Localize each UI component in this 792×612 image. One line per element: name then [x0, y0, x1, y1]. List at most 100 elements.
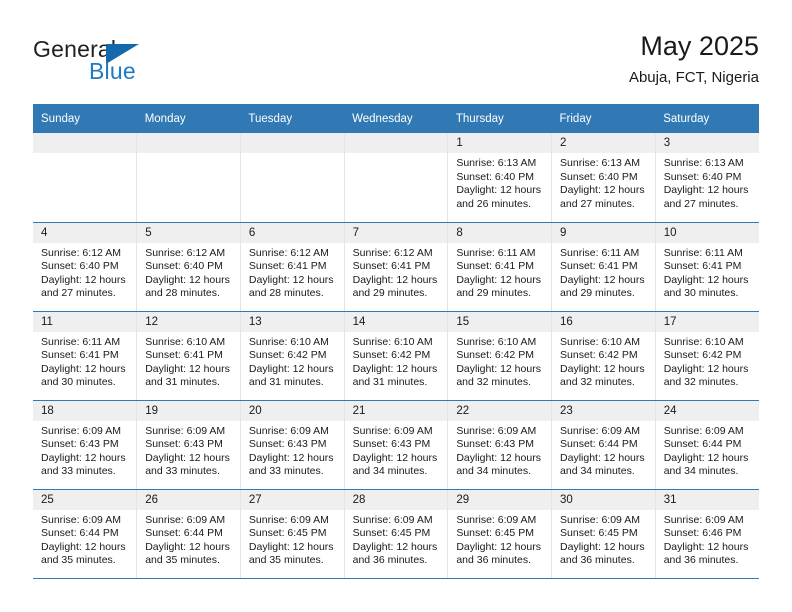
day-detail-line: Sunset: 6:44 PM: [663, 438, 742, 451]
day-detail-line: and 33 minutes.: [41, 465, 116, 478]
day-detail-line: Daylight: 12 hours: [145, 451, 230, 464]
day-detail-line: Sunset: 6:43 PM: [41, 438, 119, 451]
calendar-day-cell[interactable]: 22 Sunrise: 6:09 AM Sunset: 6:43 PM Dayligh…: [447, 400, 553, 490]
day-detail-line: Sunset: 6:43 PM: [145, 438, 223, 451]
calendar-day-cell[interactable]: 14 Sunrise: 6:10 AM Sunset: 6:42 PM Dayligh…: [343, 311, 449, 401]
day-number: 23: [552, 400, 655, 421]
calendar-day-cell[interactable]: 8 Sunrise: 6:11 AM Sunset: 6:41 PM Daylight…: [447, 222, 553, 312]
calendar-day-cell[interactable]: 9 Sunrise: 6:11 AM Sunset: 6:41 PM Daylight…: [551, 222, 656, 312]
calendar-day-cell[interactable]: 20 Sunrise: 6:09 AM Sunset: 6:43 PM Dayligh…: [239, 400, 345, 490]
day-detail-line: Sunrise: 6:10 AM: [352, 335, 433, 348]
calendar-day-cell[interactable]: 25 Sunrise: 6:09 AM Sunset: 6:44 PM Dayligh…: [33, 489, 138, 579]
day-detail-line: Sunset: 6:42 PM: [663, 349, 742, 362]
day-detail-line: Sunset: 6:40 PM: [456, 170, 534, 183]
calendar-day-cell[interactable]: 6 Sunrise: 6:12 AM Sunset: 6:41 PM Daylight…: [239, 222, 345, 312]
calendar-day-cell[interactable]: 30 Sunrise: 6:09 AM Sunset: 6:45 PM Dayligh…: [551, 489, 656, 579]
calendar-day-cell[interactable]: 29 Sunrise: 6:09 AM Sunset: 6:45 PM Dayligh…: [447, 489, 553, 579]
day-detail-line: and 30 minutes.: [663, 287, 739, 300]
day-detail-line: Daylight: 12 hours: [41, 451, 126, 464]
day-detail-line: Sunset: 6:42 PM: [352, 349, 431, 362]
calendar-day-cell[interactable]: 21 Sunrise: 6:09 AM Sunset: 6:43 PM Dayligh…: [343, 400, 449, 490]
calendar-cell-empty: [343, 133, 449, 223]
day-number: 2: [552, 133, 655, 153]
day-detail-line: Sunset: 6:43 PM: [352, 438, 431, 451]
calendar-day-cell[interactable]: 19 Sunrise: 6:09 AM Sunset: 6:43 PM Dayligh…: [136, 400, 241, 490]
calendar-day-cell[interactable]: 5 Sunrise: 6:12 AM Sunset: 6:40 PM Daylight…: [136, 222, 241, 312]
day-detail-line: Sunset: 6:41 PM: [352, 260, 431, 273]
day-detail-line: Daylight: 12 hours: [248, 451, 334, 464]
day-detail-line: Sunrise: 6:11 AM: [41, 335, 121, 348]
day-number: 18: [33, 400, 137, 421]
calendar-day-cell[interactable]: 1 Sunrise: 6:13 AM Sunset: 6:40 PM Daylight…: [447, 133, 553, 223]
calendar-day-cell[interactable]: 12 Sunrise: 6:10 AM Sunset: 6:41 PM Dayligh…: [136, 311, 241, 401]
day-details: Sunrise: 6:09 AM Sunset: 6:43 PM Daylight:…: [137, 421, 240, 479]
calendar-day-cell[interactable]: 28 Sunrise: 6:09 AM Sunset: 6:45 PM Dayligh…: [343, 489, 449, 579]
day-detail-line: Daylight: 12 hours: [41, 540, 126, 553]
calendar-day-cell[interactable]: 16 Sunrise: 6:10 AM Sunset: 6:42 PM Dayligh…: [551, 311, 656, 401]
day-number: 26: [137, 489, 240, 510]
day-detail-line: Sunrise: 6:10 AM: [145, 335, 226, 348]
day-detail-line: Daylight: 12 hours: [663, 184, 749, 197]
day-details: Sunrise: 6:09 AM Sunset: 6:44 PM Daylight:…: [656, 421, 759, 479]
day-detail-line: Sunset: 6:41 PM: [560, 260, 638, 273]
calendar-day-cell[interactable]: 4 Sunrise: 6:12 AM Sunset: 6:40 PM Daylight…: [33, 222, 138, 312]
calendar-day-cell[interactable]: 27 Sunrise: 6:09 AM Sunset: 6:45 PM Dayligh…: [239, 489, 345, 579]
day-detail-line: Sunset: 6:40 PM: [145, 260, 223, 273]
calendar-day-cell[interactable]: 18 Sunrise: 6:09 AM Sunset: 6:43 PM Dayligh…: [33, 400, 138, 490]
calendar-day-cell[interactable]: 10 Sunrise: 6:11 AM Sunset: 6:41 PM Dayligh…: [654, 222, 759, 312]
day-details: Sunrise: 6:09 AM Sunset: 6:44 PM Daylight:…: [137, 510, 240, 568]
day-detail-line: Daylight: 12 hours: [560, 451, 645, 464]
day-details: Sunrise: 6:09 AM Sunset: 6:43 PM Daylight:…: [241, 421, 344, 479]
day-detail-line: Sunrise: 6:12 AM: [352, 246, 433, 259]
day-details: Sunrise: 6:10 AM Sunset: 6:42 PM Daylight:…: [241, 332, 344, 390]
calendar-day-cell[interactable]: 3 Sunrise: 6:13 AM Sunset: 6:40 PM Daylight…: [654, 133, 759, 223]
day-detail-line: and 31 minutes.: [248, 376, 324, 389]
day-detail-line: Sunset: 6:43 PM: [248, 438, 327, 451]
calendar-day-cell[interactable]: 17 Sunrise: 6:10 AM Sunset: 6:42 PM Dayligh…: [654, 311, 759, 401]
day-detail-line: Sunset: 6:45 PM: [456, 527, 534, 540]
calendar-cell-empty: [239, 133, 345, 223]
day-details: Sunrise: 6:11 AM Sunset: 6:41 PM Daylight:…: [552, 243, 655, 301]
day-detail-line: Sunrise: 6:10 AM: [663, 335, 744, 348]
calendar-day-cell[interactable]: 31 Sunrise: 6:09 AM Sunset: 6:46 PM Dayligh…: [654, 489, 759, 579]
calendar-day-cell[interactable]: 23 Sunrise: 6:09 AM Sunset: 6:44 PM Dayligh…: [551, 400, 656, 490]
day-number: 16: [552, 311, 655, 332]
day-detail-line: Sunset: 6:41 PM: [456, 260, 534, 273]
calendar-week-row: 1 Sunrise: 6:13 AM Sunset: 6:40 PM Daylight…: [33, 133, 759, 223]
day-details: Sunrise: 6:13 AM Sunset: 6:40 PM Daylight:…: [448, 153, 551, 211]
day-detail-line: Sunrise: 6:09 AM: [145, 513, 226, 526]
day-detail-line: Sunset: 6:45 PM: [560, 527, 638, 540]
day-number: 31: [655, 489, 759, 510]
calendar-cell-empty: [33, 133, 138, 223]
day-detail-line: and 34 minutes.: [560, 465, 635, 478]
calendar-day-cell[interactable]: 24 Sunrise: 6:09 AM Sunset: 6:44 PM Dayligh…: [654, 400, 759, 490]
day-detail-line: and 34 minutes.: [456, 465, 532, 478]
day-detail-line: Daylight: 12 hours: [248, 540, 334, 553]
calendar-day-cell[interactable]: 2 Sunrise: 6:13 AM Sunset: 6:40 PM Daylight…: [551, 133, 656, 223]
page-header: General Blue May 2025 Abuja, FCT, Nigeri…: [0, 0, 792, 104]
general-blue-logo[interactable]: General Blue: [33, 36, 163, 84]
day-detail-line: Daylight: 12 hours: [145, 273, 230, 286]
day-number: [240, 133, 344, 153]
day-detail-line: Sunset: 6:44 PM: [41, 527, 119, 540]
calendar-day-cell[interactable]: 7 Sunrise: 6:12 AM Sunset: 6:41 PM Daylight…: [343, 222, 449, 312]
calendar-week-row: 11 Sunrise: 6:11 AM Sunset: 6:41 PM Dayligh…: [33, 311, 759, 401]
calendar-day-cell[interactable]: 13 Sunrise: 6:10 AM Sunset: 6:42 PM Dayligh…: [239, 311, 345, 401]
day-number: 13: [240, 311, 344, 332]
day-detail-line: Daylight: 12 hours: [248, 362, 334, 375]
day-detail-line: Sunrise: 6:09 AM: [41, 513, 121, 526]
day-details: Sunrise: 6:11 AM Sunset: 6:41 PM Daylight:…: [656, 243, 759, 301]
weekday-header-friday: Friday: [551, 104, 656, 133]
day-detail-line: Daylight: 12 hours: [352, 540, 438, 553]
day-number: 7: [344, 222, 448, 243]
day-detail-line: Sunset: 6:46 PM: [663, 527, 742, 540]
day-detail-line: and 29 minutes.: [352, 287, 428, 300]
day-detail-line: Sunrise: 6:10 AM: [248, 335, 329, 348]
calendar-day-cell[interactable]: 15 Sunrise: 6:10 AM Sunset: 6:42 PM Dayligh…: [447, 311, 553, 401]
calendar-day-cell[interactable]: 26 Sunrise: 6:09 AM Sunset: 6:44 PM Dayligh…: [136, 489, 241, 579]
calendar-day-cell[interactable]: 11 Sunrise: 6:11 AM Sunset: 6:41 PM Dayligh…: [33, 311, 138, 401]
day-number: 30: [552, 489, 655, 510]
day-number: 19: [137, 400, 240, 421]
day-details: Sunrise: 6:10 AM Sunset: 6:42 PM Daylight:…: [656, 332, 759, 390]
day-detail-line: and 32 minutes.: [663, 376, 739, 389]
